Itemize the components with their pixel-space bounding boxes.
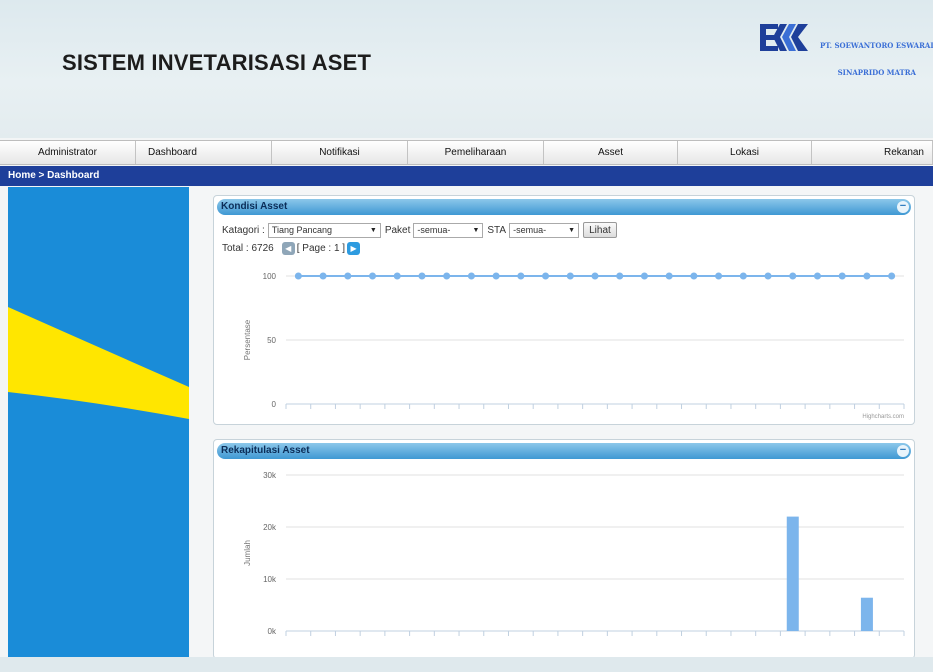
y-tick-label: 30k — [263, 471, 277, 480]
data-point — [492, 272, 500, 280]
collapse-icon[interactable]: − — [897, 201, 909, 213]
data-point — [739, 272, 747, 280]
y-axis-title: Jumlah — [243, 540, 252, 566]
rekapitulasi-chart: 0k 10k 20k 30k Jumlah — [243, 471, 905, 636]
data-point — [393, 272, 401, 280]
data-point — [294, 272, 302, 280]
footer-bar — [0, 657, 933, 672]
company-name: PT. SOEWANTORO ESWARAI SINAPRIDO MATRA — [820, 23, 933, 95]
kondisi-asset-header: Kondisi Asset − — [217, 199, 911, 215]
data-point — [443, 272, 451, 280]
data-point — [542, 272, 550, 280]
company-name-line2: SINAPRIDO MATRA — [837, 68, 916, 77]
data-point — [517, 272, 525, 280]
collapse-icon[interactable]: − — [897, 445, 909, 457]
data-point — [344, 272, 352, 280]
company-logo — [760, 24, 808, 51]
main-nav: Administrator Dashboard Notifikasi Pemel… — [0, 140, 933, 165]
y-axis-title: Persentase — [243, 319, 252, 360]
paket-value: -semua- — [417, 225, 451, 235]
data-point — [863, 272, 871, 280]
company-name-line1: PT. SOEWANTORO ESWARAI — [820, 41, 933, 50]
page-indicator: [ Page : 1 ] — [296, 243, 346, 254]
main-content: Kondisi Asset − Katagori : Tiang Pancang… — [189, 187, 933, 659]
data-point — [566, 272, 574, 280]
nav-pemeliharaan[interactable]: Pemeliharaan — [408, 141, 544, 164]
data-point — [665, 272, 673, 280]
panel-title: Rekapitulasi Asset — [221, 445, 310, 456]
bar — [786, 516, 799, 631]
paket-select[interactable]: -semua- ▼ — [413, 222, 484, 238]
filter-row: Katagori : Tiang Pancang ▼ Paket -semua-… — [222, 222, 617, 238]
chart-credit: Highcharts.com — [862, 414, 904, 420]
data-point — [690, 272, 698, 280]
data-point — [591, 272, 599, 280]
nav-rekanan[interactable]: Rekanan — [812, 141, 933, 164]
sta-select[interactable]: -semua- ▼ — [509, 222, 580, 238]
bar — [860, 597, 873, 631]
nav-asset[interactable]: Asset — [544, 141, 678, 164]
app-title: SISTEM INVETARISASI ASET — [62, 50, 372, 75]
rekapitulasi-asset-panel: Rekapitulasi Asset − 0k 10k 20k 30k Jumlah — [213, 439, 915, 659]
data-point — [640, 272, 648, 280]
dropdown-arrow-icon: ▼ — [369, 226, 377, 234]
data-point — [888, 272, 896, 280]
sidebar-decoration — [8, 307, 189, 419]
paket-label: Paket — [384, 224, 411, 236]
data-point — [838, 272, 846, 280]
panel-title: Kondisi Asset — [221, 201, 288, 212]
kondisi-asset-panel: Kondisi Asset − Katagori : Tiang Pancang… — [213, 195, 915, 425]
data-point — [369, 272, 377, 280]
lihat-button[interactable]: Lihat — [583, 222, 617, 238]
kondisi-chart: 0 50 100 Persentase Highcharts.com — [243, 272, 905, 420]
y-tick-label: 0 — [272, 400, 277, 409]
data-point — [418, 272, 426, 280]
data-point — [319, 272, 327, 280]
data-point — [467, 272, 475, 280]
y-tick-label: 10k — [263, 575, 277, 584]
kategori-select[interactable]: Tiang Pancang ▼ — [267, 222, 381, 238]
header: SISTEM INVETARISASI ASET PT. SOEWANTORO … — [0, 0, 933, 138]
data-point — [813, 272, 821, 280]
prev-page-icon[interactable]: ◀ — [281, 242, 295, 255]
sidebar — [8, 187, 189, 657]
data-point — [764, 272, 772, 280]
kategori-value: Tiang Pancang — [271, 225, 333, 235]
nav-notifikasi[interactable]: Notifikasi — [272, 141, 408, 164]
dropdown-arrow-icon: ▼ — [472, 226, 480, 234]
total-count: Total : 6726 — [222, 243, 274, 254]
y-tick-label: 20k — [263, 523, 277, 532]
rekapitulasi-asset-header: Rekapitulasi Asset − — [217, 443, 911, 459]
sta-value: -semua- — [513, 225, 547, 235]
y-tick-label: 100 — [263, 272, 277, 281]
sta-label: STA — [487, 224, 507, 236]
data-point — [616, 272, 624, 280]
next-page-icon[interactable]: ▶ — [347, 242, 361, 255]
y-tick-label: 50 — [267, 336, 276, 345]
breadcrumb: Home > Dashboard — [0, 166, 933, 186]
data-point — [715, 272, 723, 280]
y-tick-label: 0k — [268, 627, 277, 636]
kategori-label: Katagori : — [222, 224, 265, 236]
dropdown-arrow-icon: ▼ — [568, 226, 576, 234]
data-point — [789, 272, 797, 280]
nav-administrator[interactable]: Administrator — [0, 141, 136, 164]
nav-dashboard[interactable]: Dashboard — [136, 141, 272, 164]
total-row: Total : 6726 ◀ [ Page : 1 ] ▶ — [222, 242, 362, 255]
nav-lokasi[interactable]: Lokasi — [678, 141, 812, 164]
